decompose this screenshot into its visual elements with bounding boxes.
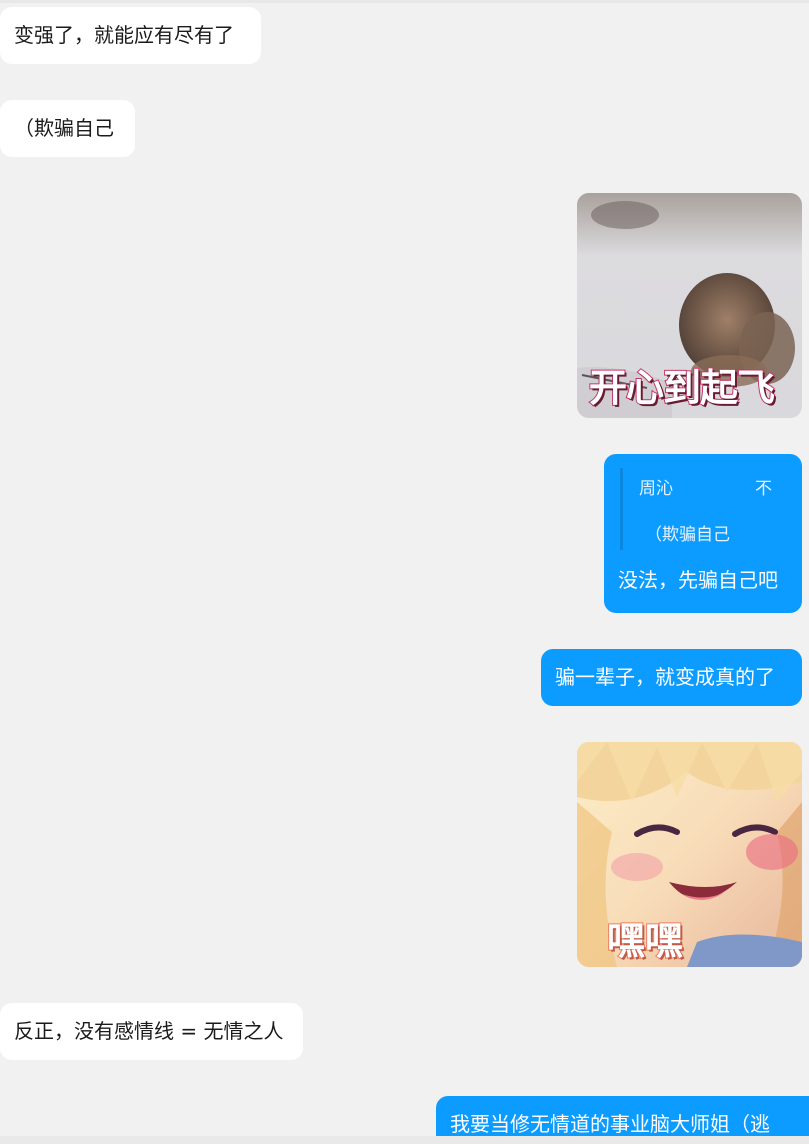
incoming-message-bubble[interactable]: 变强了，就能应有尽有了 [0,7,261,64]
chat-message-list[interactable]: 变强了，就能应有尽有了 （欺骗自己 开心到起飞 周沁 不 （欺骗自己 没法，先骗… [0,0,809,1144]
message-text: 我要当修无情道的事业脑大师姐（逃 [450,1112,770,1136]
sticker-caption: 嘿嘿 [606,918,684,964]
message-text: 变强了，就能应有尽有了 [14,23,234,47]
message-text: （欺骗自己 [14,116,114,140]
top-divider [0,0,809,3]
quoted-sender-name: 周沁 [639,479,673,499]
quote-marker-icon: 不 [755,479,772,499]
message-text: 反正，没有感情线 = 无情之人 [14,1019,284,1043]
sticker-anime-girl-image[interactable]: 嘿嘿 [577,742,802,967]
outgoing-message-bubble[interactable]: 骗一辈子，就变成真的了 [541,649,802,706]
quoted-message[interactable]: 周沁 不 （欺骗自己 [620,468,789,550]
sticker-happy-puppy-image[interactable]: 开心到起飞 [577,193,802,418]
incoming-message-bubble[interactable]: （欺骗自己 [0,100,135,157]
message-text: 没法，先骗自己吧 [618,568,778,592]
quoted-text: （欺骗自己 [645,525,730,545]
bottom-divider [0,1136,809,1144]
outgoing-reply-bubble[interactable]: 周沁 不 （欺骗自己 没法，先骗自己吧 [604,454,802,613]
message-text: 骗一辈子，就变成真的了 [555,665,775,689]
sticker-caption: 开心到起飞 [588,365,776,411]
incoming-message-bubble[interactable]: 反正，没有感情线 = 无情之人 [0,1003,303,1060]
